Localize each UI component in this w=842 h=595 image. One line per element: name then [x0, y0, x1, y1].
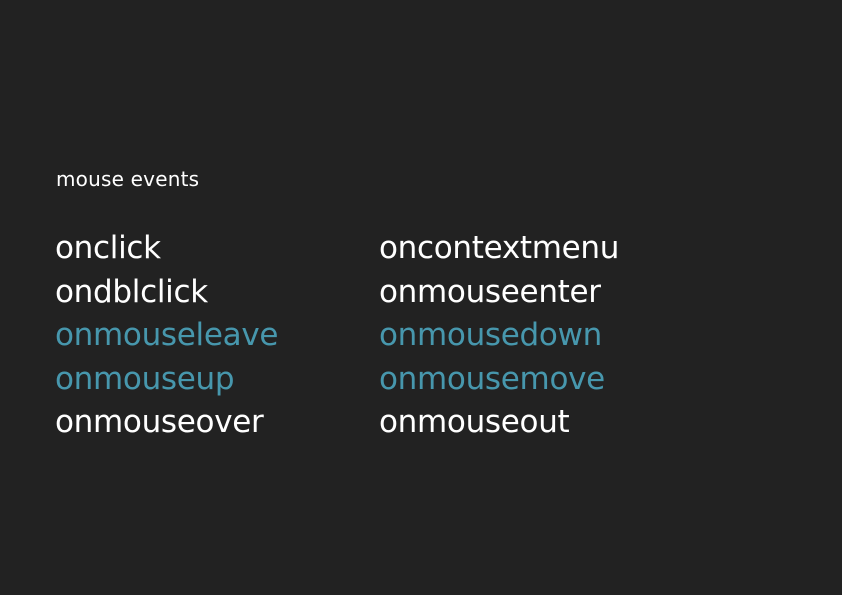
event-label-onmouseup: onmouseup — [55, 360, 235, 397]
event-label-onmousedown: onmousedown — [379, 317, 602, 353]
event-label-onmouseenter: onmouseenter — [379, 273, 601, 310]
event-label-onmousemove: onmousemove — [379, 360, 605, 397]
event-label-onmouseleave: onmouseleave — [55, 317, 279, 353]
event-label-ondblclick: ondblclick — [55, 273, 208, 310]
event-label-oncontextmenu: oncontextmenu — [379, 230, 620, 266]
left-event-column: onclick ondblclick onmouseleave onmouseu… — [55, 227, 278, 445]
event-label-onmouseover: onmouseover — [55, 404, 264, 440]
event-label-onclick: onclick — [55, 230, 161, 266]
slide: mouse events onclick ondblclick onmousel… — [0, 0, 842, 595]
event-label-onmouseout: onmouseout — [379, 404, 570, 440]
right-event-column: oncontextmenu onmouseenter onmousedown o… — [379, 227, 619, 445]
heading: mouse events — [56, 167, 200, 191]
